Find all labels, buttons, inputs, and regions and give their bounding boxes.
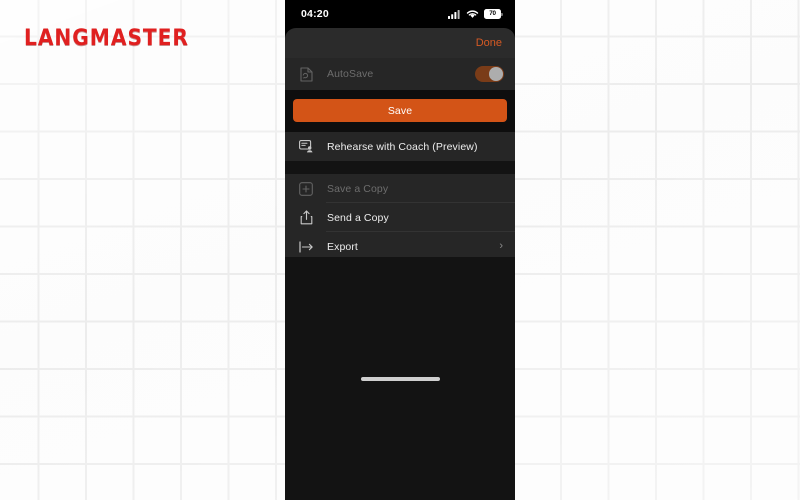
signal-bars-icon bbox=[448, 10, 460, 19]
export-label: Export bbox=[327, 240, 358, 253]
status-bar: 04:20 70 bbox=[285, 0, 515, 28]
section-gap bbox=[285, 161, 515, 174]
save-button[interactable]: Save bbox=[293, 99, 507, 122]
autosave-toggle-knob bbox=[489, 67, 503, 81]
send-a-copy-row[interactable]: Send a Copy bbox=[285, 203, 515, 232]
autosave-toggle[interactable] bbox=[475, 65, 504, 83]
save-a-copy-label: Save a Copy bbox=[327, 182, 389, 195]
home-indicator-bar[interactable] bbox=[360, 376, 440, 381]
langmaster-logo: LANGMASTER bbox=[24, 26, 189, 51]
autosave-row[interactable]: AutoSave bbox=[285, 58, 515, 90]
save-button-container: Save bbox=[285, 90, 515, 132]
status-bar-indicators: 70 bbox=[448, 9, 503, 19]
export-icon bbox=[297, 238, 315, 256]
file-options-sheet: Done AutoSave Save Rehearse with Coach (… bbox=[285, 28, 515, 500]
save-a-copy-row[interactable]: Save a Copy bbox=[285, 174, 515, 203]
battery-level: 70 bbox=[489, 9, 496, 17]
phone-screen: 04:20 70 Done AutoSave Save Rehearse wit… bbox=[285, 0, 515, 500]
autosave-document-icon bbox=[297, 65, 315, 83]
done-button[interactable]: Done bbox=[474, 35, 504, 51]
export-row[interactable]: Export › bbox=[285, 232, 515, 257]
rehearse-with-coach-row[interactable]: Rehearse with Coach (Preview) bbox=[285, 132, 515, 161]
chevron-right-icon: › bbox=[499, 240, 503, 252]
rehearse-group: Rehearse with Coach (Preview) bbox=[285, 132, 515, 161]
home-indicator-area bbox=[285, 257, 515, 500]
sheet-header: Done bbox=[285, 28, 515, 58]
wifi-icon bbox=[466, 10, 479, 18]
rehearse-with-coach-label: Rehearse with Coach (Preview) bbox=[327, 140, 478, 153]
status-bar-time: 04:20 bbox=[301, 8, 329, 20]
sheet-body: AutoSave Save Rehearse with Coach (Previ… bbox=[285, 58, 515, 258]
battery-icon: 70 bbox=[484, 9, 503, 19]
autosave-group: AutoSave bbox=[285, 58, 515, 90]
rehearse-coach-icon bbox=[297, 138, 315, 156]
copy-export-group: Save a Copy Send a Copy Export › bbox=[285, 174, 515, 258]
send-copy-icon bbox=[297, 209, 315, 227]
send-a-copy-label: Send a Copy bbox=[327, 211, 389, 224]
save-copy-icon bbox=[297, 180, 315, 198]
autosave-label: AutoSave bbox=[327, 68, 374, 80]
